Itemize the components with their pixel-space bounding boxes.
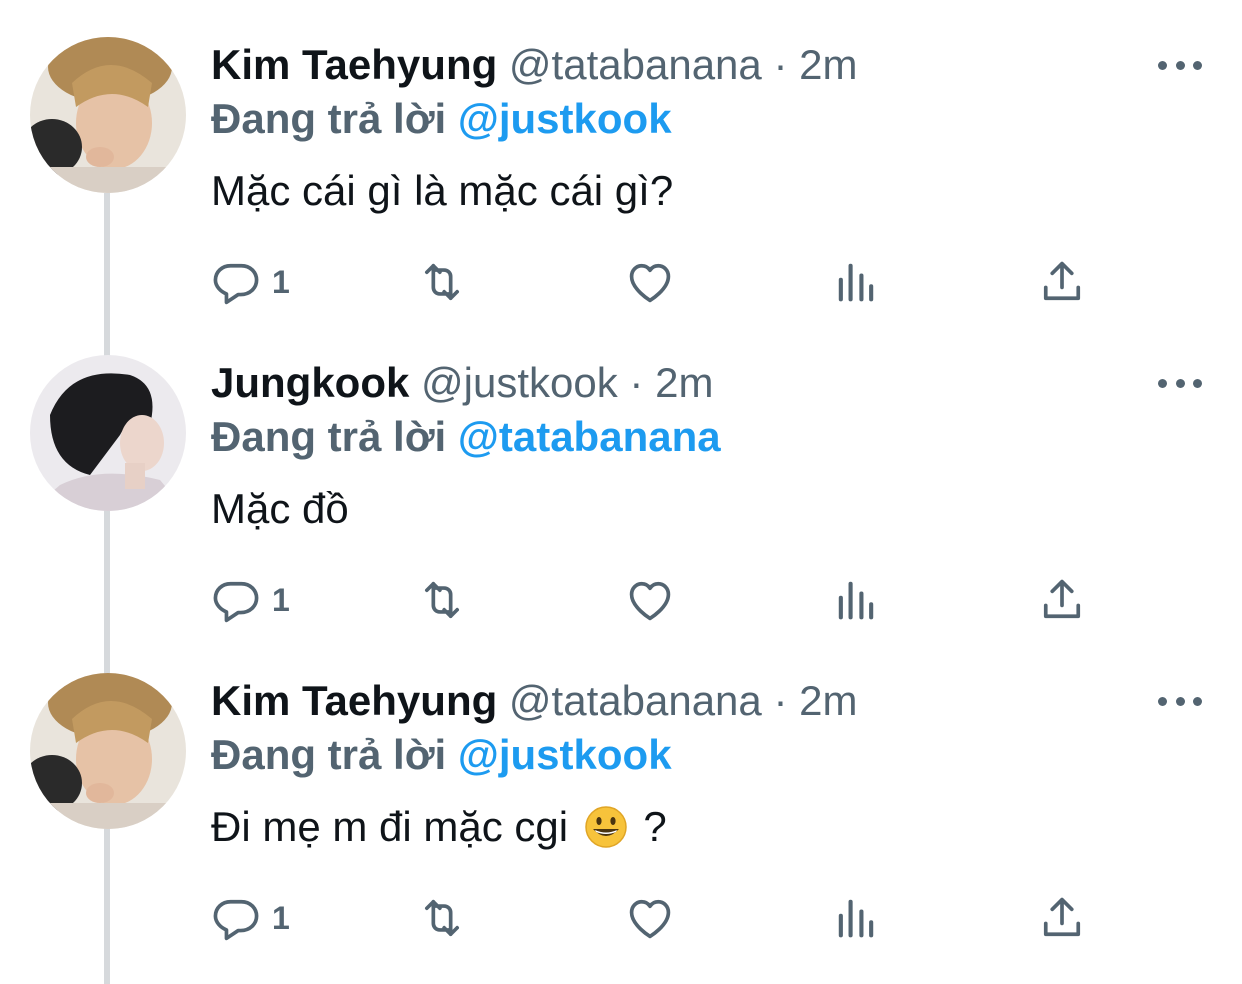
tweet[interactable]: Jungkook @justkook · 2m Đang trả lời @ta… (0, 318, 1242, 636)
views-button[interactable] (830, 252, 882, 312)
more-icon (1193, 378, 1202, 388)
tweet-text: Đi mẹ m đi mặc cgi ? (211, 802, 667, 852)
reply-count: 1 (272, 581, 290, 618)
heart-icon (629, 263, 671, 303)
tweet-text-content: Mặc cái gì là mặc cái gì? (211, 167, 674, 214)
replying-to: Đang trả lời @justkook (211, 94, 672, 144)
retweet-button[interactable] (416, 252, 468, 312)
retweet-icon (424, 263, 460, 301)
reply-icon (213, 581, 259, 623)
like-button[interactable] (624, 570, 676, 630)
tweet-text: Mặc cái gì là mặc cái gì? (211, 166, 673, 216)
heart-icon (629, 581, 671, 621)
retweet-button[interactable] (416, 888, 468, 948)
more-icon (1175, 60, 1185, 70)
more-icon (1158, 378, 1167, 388)
tweet-actions: 1 (210, 888, 1110, 948)
replying-to-handle[interactable]: @tatabanana (458, 413, 721, 460)
heart-icon (629, 899, 671, 939)
replying-to-handle[interactable]: @justkook (458, 731, 672, 778)
replying-label: Đang trả lời (211, 95, 447, 142)
replying-to-handle[interactable]: @justkook (458, 95, 672, 142)
reply-button[interactable]: 1 (210, 888, 290, 948)
share-icon (1043, 897, 1081, 937)
more-icon (1193, 696, 1202, 706)
retweet-icon (424, 899, 460, 937)
views-button[interactable] (830, 570, 882, 630)
timestamp[interactable]: 2m (799, 677, 857, 724)
tweet-actions: 1 (210, 570, 1110, 630)
user-handle[interactable]: @tatabanana (509, 41, 762, 88)
replying-to: Đang trả lời @justkook (211, 730, 672, 780)
analytics-icon (838, 899, 874, 938)
analytics-icon (838, 581, 874, 620)
more-icon (1158, 60, 1167, 70)
tweet-actions: 1 (210, 252, 1110, 312)
grinning-face-emoji (584, 806, 627, 848)
reply-button[interactable]: 1 (210, 570, 290, 630)
tweet-header: Jungkook @justkook · 2m (211, 358, 713, 408)
replying-to: Đang trả lời @tatabanana (211, 412, 721, 462)
tweet-header: Kim Taehyung @tatabanana · 2m (211, 40, 857, 90)
tweet[interactable]: Kim Taehyung @tatabanana · 2m Đang trả l… (0, 0, 1242, 318)
share-icon (1043, 261, 1081, 301)
timestamp[interactable]: 2m (655, 359, 713, 406)
share-button[interactable] (1036, 888, 1088, 948)
more-icon (1175, 696, 1185, 706)
tweet-text-content: Mặc đồ (211, 485, 349, 532)
tweet-text: Mặc đồ (211, 484, 349, 534)
tweet-text-content: Đi mẹ m đi mặc cgi (211, 803, 569, 850)
avatar-taehyung-image (30, 673, 186, 829)
avatar[interactable] (30, 37, 186, 193)
more-options-button[interactable] (1158, 686, 1202, 716)
views-button[interactable] (830, 888, 882, 948)
tweet-header: Kim Taehyung @tatabanana · 2m (211, 676, 857, 726)
share-button[interactable] (1036, 570, 1088, 630)
reply-count: 1 (272, 263, 290, 300)
more-icon (1158, 696, 1167, 706)
avatar[interactable] (30, 355, 186, 511)
user-handle[interactable]: @tatabanana (509, 677, 762, 724)
replying-label: Đang trả lời (211, 731, 447, 778)
like-button[interactable] (624, 888, 676, 948)
avatar-taehyung-image (30, 37, 186, 193)
timestamp[interactable]: 2m (799, 41, 857, 88)
separator-dot: · (773, 677, 788, 724)
reply-button[interactable]: 1 (210, 252, 290, 312)
retweet-icon (424, 581, 460, 619)
user-handle[interactable]: @justkook (421, 359, 618, 406)
share-button[interactable] (1036, 252, 1088, 312)
more-options-button[interactable] (1158, 50, 1202, 80)
retweet-button[interactable] (416, 570, 468, 630)
reply-icon (213, 899, 259, 941)
analytics-icon (838, 263, 874, 302)
tweet-text-suffix: ? (643, 803, 667, 850)
like-button[interactable] (624, 252, 676, 312)
reply-count: 1 (272, 899, 290, 936)
replying-label: Đang trả lời (211, 413, 447, 460)
separator-dot: · (773, 41, 788, 88)
avatar[interactable] (30, 673, 186, 829)
reply-icon (213, 263, 259, 305)
more-icon (1175, 378, 1185, 388)
share-icon (1043, 579, 1081, 619)
separator-dot: · (629, 359, 644, 406)
more-options-button[interactable] (1158, 368, 1202, 398)
avatar-jungkook-image (30, 355, 186, 511)
more-icon (1193, 60, 1202, 70)
tweet[interactable]: Kim Taehyung @tatabanana · 2m Đang trả l… (0, 636, 1242, 954)
display-name[interactable]: Jungkook (211, 359, 409, 406)
display-name[interactable]: Kim Taehyung (211, 41, 497, 88)
display-name[interactable]: Kim Taehyung (211, 677, 497, 724)
